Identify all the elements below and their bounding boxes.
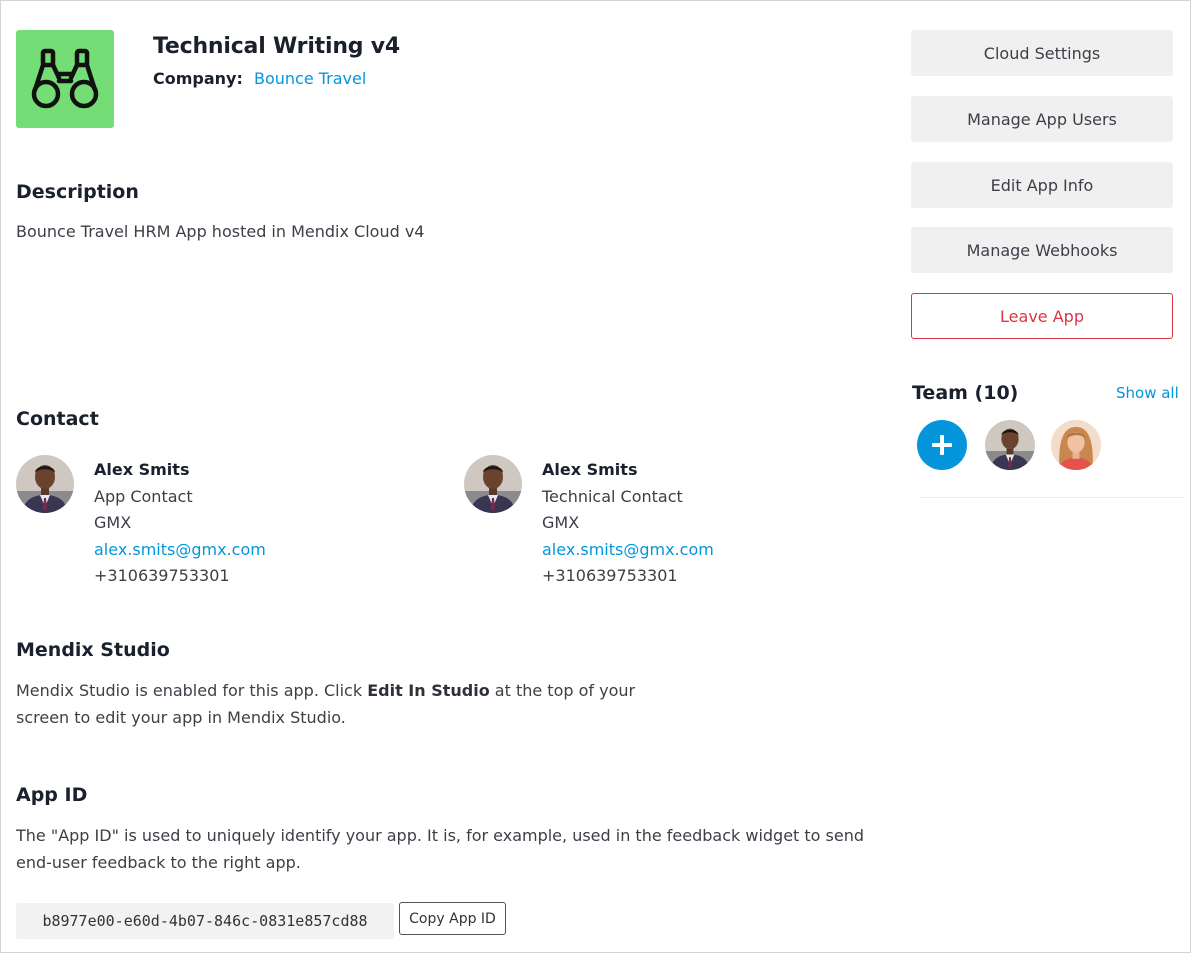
contact-role: App Contact [94,486,193,506]
studio-text-line2: screen to edit your app in Mendix Studio… [16,708,346,727]
contact-name: Alex Smits [94,460,190,479]
plus-icon [932,435,952,455]
app-id-text-line2: end-user feedback to the right app. [16,853,301,872]
contact-company: GMX [542,513,580,532]
app-id-description: The "App ID" is used to uniquely identif… [16,822,864,876]
studio-text-before: Mendix Studio is enabled for this app. C… [16,681,368,700]
contact-phone: +310639753301 [94,566,230,585]
contact-company: GMX [94,513,132,532]
manage-webhooks-button[interactable]: Manage Webhooks [911,227,1173,273]
description-text: Bounce Travel HRM App hosted in Mendix C… [16,222,425,241]
contact-phone: +310639753301 [542,566,678,585]
studio-text-after: at the top of your [489,681,636,700]
avatar [16,455,74,513]
contact-info: Alex Smits App Contact GMX alex.smits@gm… [94,457,266,590]
description-title: Description [16,181,139,203]
contact-title: Contact [16,408,99,430]
team-member-avatar[interactable] [1051,420,1101,470]
leave-app-button[interactable]: Leave App [911,293,1173,339]
technical-contact-card: Alex Smits Technical Contact GMX alex.sm… [464,455,844,590]
app-contact-card: Alex Smits App Contact GMX alex.smits@gm… [16,455,396,590]
contact-email[interactable]: alex.smits@gmx.com [542,537,714,564]
studio-text: Mendix Studio is enabled for this app. C… [16,677,635,731]
app-id-value: b8977e00-e60d-4b07-846c-0831e857cd88 [16,903,394,939]
show-all-link[interactable]: Show all [1116,384,1179,402]
team-divider [920,497,1183,498]
team-title: Team (10) [912,382,1019,404]
company-link[interactable]: Bounce Travel [254,69,366,88]
contact-role: Technical Contact [542,486,683,506]
company-row: Company: Bounce Travel [153,69,366,88]
contact-name: Alex Smits [542,460,638,479]
app-logo [16,30,114,128]
studio-title: Mendix Studio [16,639,170,661]
app-id-title: App ID [16,784,88,806]
company-label: Company: [153,69,243,88]
copy-app-id-button[interactable]: Copy App ID [399,902,506,935]
manage-app-users-button[interactable]: Manage App Users [911,96,1173,142]
add-team-member-button[interactable] [917,420,967,470]
avatar [464,455,522,513]
contact-email[interactable]: alex.smits@gmx.com [94,537,266,564]
cloud-settings-button[interactable]: Cloud Settings [911,30,1173,76]
binoculars-icon [31,48,99,109]
edit-app-info-button[interactable]: Edit App Info [911,162,1173,208]
contact-info: Alex Smits Technical Contact GMX alex.sm… [542,457,714,590]
app-id-text-line1: The "App ID" is used to uniquely identif… [16,826,865,845]
studio-text-bold: Edit In Studio [367,681,490,700]
team-member-avatar[interactable] [985,420,1035,470]
app-title: Technical Writing v4 [153,34,401,59]
